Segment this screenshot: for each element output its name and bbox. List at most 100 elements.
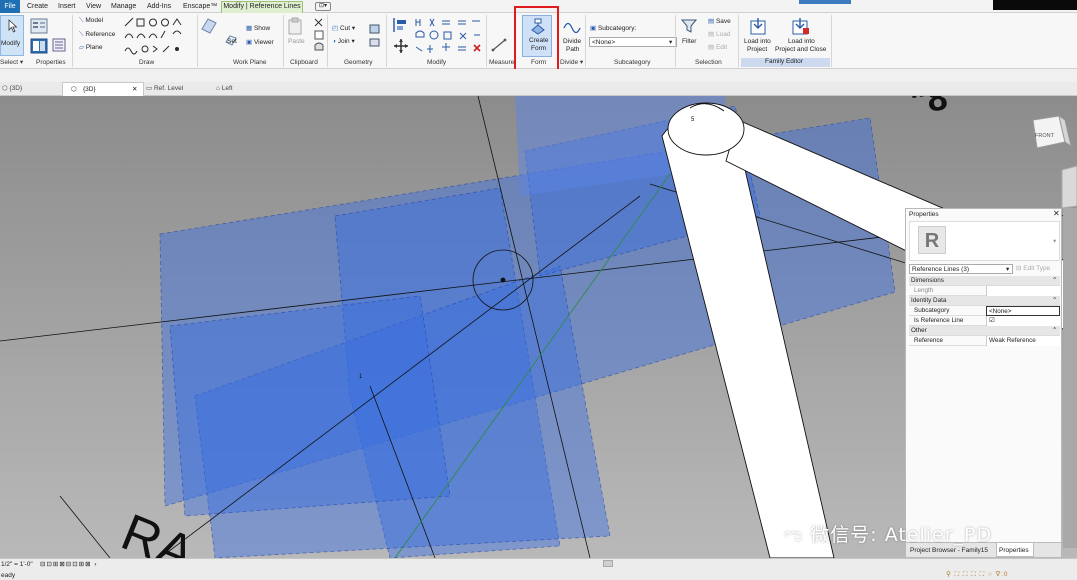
view-tab-ref-level[interactable]: ▭ Ref. Level xyxy=(146,84,183,93)
plan-view-icon: ▭ xyxy=(146,85,153,92)
cursor-icon xyxy=(8,19,18,33)
status-ready: eady xyxy=(1,572,16,579)
type-preview: R ▾ xyxy=(909,221,1060,261)
clipboard-tools-icon[interactable] xyxy=(313,17,325,53)
options-bar xyxy=(0,69,1077,82)
view-3d-icon: ⬡ xyxy=(2,85,8,92)
load-into-project-line1[interactable]: Load into xyxy=(744,38,771,46)
tab-add-ins[interactable]: Add-Ins xyxy=(147,2,171,11)
type-selector-dropdown[interactable]: Reference Lines (3) ▾ xyxy=(909,264,1013,274)
close-icon[interactable]: ✕ xyxy=(1053,210,1060,218)
property-row[interactable]: Reference Weak Reference xyxy=(909,336,1060,346)
workplane-panel-label: Work Plane xyxy=(233,59,267,66)
status-bar: 1/2" = 1'-0" ⊟⊡⊞⊠⊟⊡⊞⊠ ‹ eady ⚲ ⛶ ⛶ ⛶ ⛶ ○… xyxy=(0,558,1077,580)
modify-panel-label: Modify xyxy=(427,59,447,66)
tab-enscape[interactable]: Enscape™ xyxy=(183,2,217,11)
ribbon-separator xyxy=(327,15,328,67)
workplane-grid-icon[interactable] xyxy=(200,17,218,35)
edit-selection-button[interactable]: ▤ Edit xyxy=(708,44,727,52)
group-identity-data[interactable]: Identity Data ⌃ xyxy=(909,296,1060,306)
subcategory-caption: ▣ Subcategory: xyxy=(590,25,637,32)
subcategory-dropdown[interactable]: <None> ▾ xyxy=(589,37,677,47)
align-icon[interactable] xyxy=(392,16,408,34)
filter-button[interactable]: Filter xyxy=(682,38,696,46)
tab-properties[interactable]: Properties xyxy=(996,543,1034,557)
view-tab-3d-1[interactable]: ⬡ {3D} xyxy=(2,84,22,93)
properties-panel-label: Properties xyxy=(36,59,66,66)
watermark: ಌ 微信号: Atelier_PD xyxy=(784,524,993,546)
save-selection-button[interactable]: ▤ Save xyxy=(708,18,731,26)
draw-reference-line[interactable]: ⟍ Reference xyxy=(79,31,115,39)
tab-project-browser[interactable]: Project Browser - Family15 xyxy=(910,547,988,555)
cut-button[interactable]: ◰ Cut ▾ xyxy=(332,25,355,33)
modify-button[interactable]: Modify xyxy=(0,15,24,56)
clipboard-panel-label: Clipboard xyxy=(290,59,318,66)
group-dimensions[interactable]: Dimensions ⌃ xyxy=(909,276,1060,286)
view-tab-left[interactable]: ⌂ Left xyxy=(216,84,233,93)
load-into-project-close-icon[interactable] xyxy=(792,17,810,35)
measure-panel-label: Measure xyxy=(489,59,515,66)
close-icon[interactable]: ✕ xyxy=(132,85,137,94)
ribbon-separator xyxy=(585,15,586,67)
property-row[interactable]: Length xyxy=(909,286,1060,296)
move-icon[interactable] xyxy=(393,38,409,54)
divide-path-line2[interactable]: Path xyxy=(566,46,579,54)
properties-icon[interactable] xyxy=(30,18,48,34)
set-button[interactable]: Set xyxy=(227,38,237,46)
ribbon-separator xyxy=(386,15,387,67)
ribbon-separator xyxy=(486,15,487,67)
title-bar-button[interactable] xyxy=(799,0,851,4)
selection-filter-icons[interactable]: ⚲ ⛶ ⛶ ⛶ ⛶ ○ ∇:0 xyxy=(946,571,1009,579)
tab-view[interactable]: View xyxy=(86,2,101,11)
tab-manage[interactable]: Manage xyxy=(111,2,136,11)
divide-path-icon[interactable] xyxy=(563,18,581,34)
geometry-tools-icon[interactable] xyxy=(368,23,382,49)
load-into-project-close-line1[interactable]: Load into xyxy=(788,38,815,46)
ribbon-separator xyxy=(283,15,284,67)
quick-access-dropdown[interactable]: ⊡▾ xyxy=(315,2,331,11)
family-editor-panel-label: Family Editor xyxy=(765,58,803,65)
paste-icon[interactable] xyxy=(288,17,302,35)
property-row[interactable]: Is Reference Line ☑ xyxy=(909,316,1060,326)
tab-modify-reference-lines[interactable]: Modify | Reference Lines xyxy=(221,1,303,13)
draw-reference-plane[interactable]: ▱ Plane xyxy=(79,44,102,52)
measure-icon[interactable] xyxy=(491,38,507,52)
load-selection-button[interactable]: ▤ Load xyxy=(708,31,730,39)
filter-icon[interactable] xyxy=(681,18,697,34)
show-button[interactable]: ▦ Show xyxy=(246,25,270,33)
view-tab-3d-active[interactable]: ⬡ {3D} ✕ xyxy=(62,82,144,96)
draw-model-line[interactable]: ⟍ Model xyxy=(79,17,103,25)
view-cube-label[interactable]: FRONT xyxy=(1035,133,1054,139)
modify-tools-icon[interactable] xyxy=(414,17,486,55)
select-panel-label[interactable]: Select ▾ xyxy=(0,58,23,67)
view-tab-label: {3D} xyxy=(83,86,96,93)
family-types-icon[interactable] xyxy=(52,38,66,52)
type-properties-icon[interactable] xyxy=(30,38,48,54)
chevron-down-icon: ▾ xyxy=(1053,238,1057,245)
viewer-button[interactable]: ▣ Viewer xyxy=(246,39,274,47)
tab-insert[interactable]: Insert xyxy=(58,2,76,11)
group-other[interactable]: Other ⌃ xyxy=(909,326,1060,336)
edit-type-icon: ⊟ xyxy=(1016,265,1022,272)
create-form-highlight xyxy=(514,6,559,75)
ribbon-separator xyxy=(675,15,676,67)
load-into-project-line2[interactable]: Project xyxy=(747,46,767,54)
chevron-down-icon: ▾ xyxy=(669,39,673,46)
reference-number-1: 1 xyxy=(359,374,363,380)
load-into-project-icon[interactable] xyxy=(750,17,766,35)
tab-file[interactable]: File xyxy=(0,0,20,13)
draw-tools-icon[interactable] xyxy=(123,16,195,56)
properties-palette[interactable]: Properties ✕ R ▾ Reference Lines (3) ▾ ⊟… xyxy=(905,208,1062,558)
join-button[interactable]: ◑ Join ▾ xyxy=(332,38,355,46)
edit-type-button[interactable]: ⊟ Edit Type xyxy=(1016,265,1050,273)
view-scale[interactable]: 1/2" = 1'-0" xyxy=(1,561,33,569)
type-selector-value: Reference Lines (3) xyxy=(912,266,970,273)
divide-path-line1[interactable]: Divide xyxy=(563,38,581,46)
load-into-project-close-line2[interactable]: Project and Close xyxy=(775,46,826,54)
view-control-icons[interactable]: ⊟⊡⊞⊠⊟⊡⊞⊠ ‹ xyxy=(40,561,98,569)
horizontal-scrollbar-thumb[interactable] xyxy=(603,560,613,567)
divide-panel-label[interactable]: Divide ▾ xyxy=(560,58,583,67)
tab-create[interactable]: Create xyxy=(27,2,48,11)
property-row[interactable]: Subcategory <None> xyxy=(909,306,1060,316)
paste-button[interactable]: Paste xyxy=(288,38,305,46)
